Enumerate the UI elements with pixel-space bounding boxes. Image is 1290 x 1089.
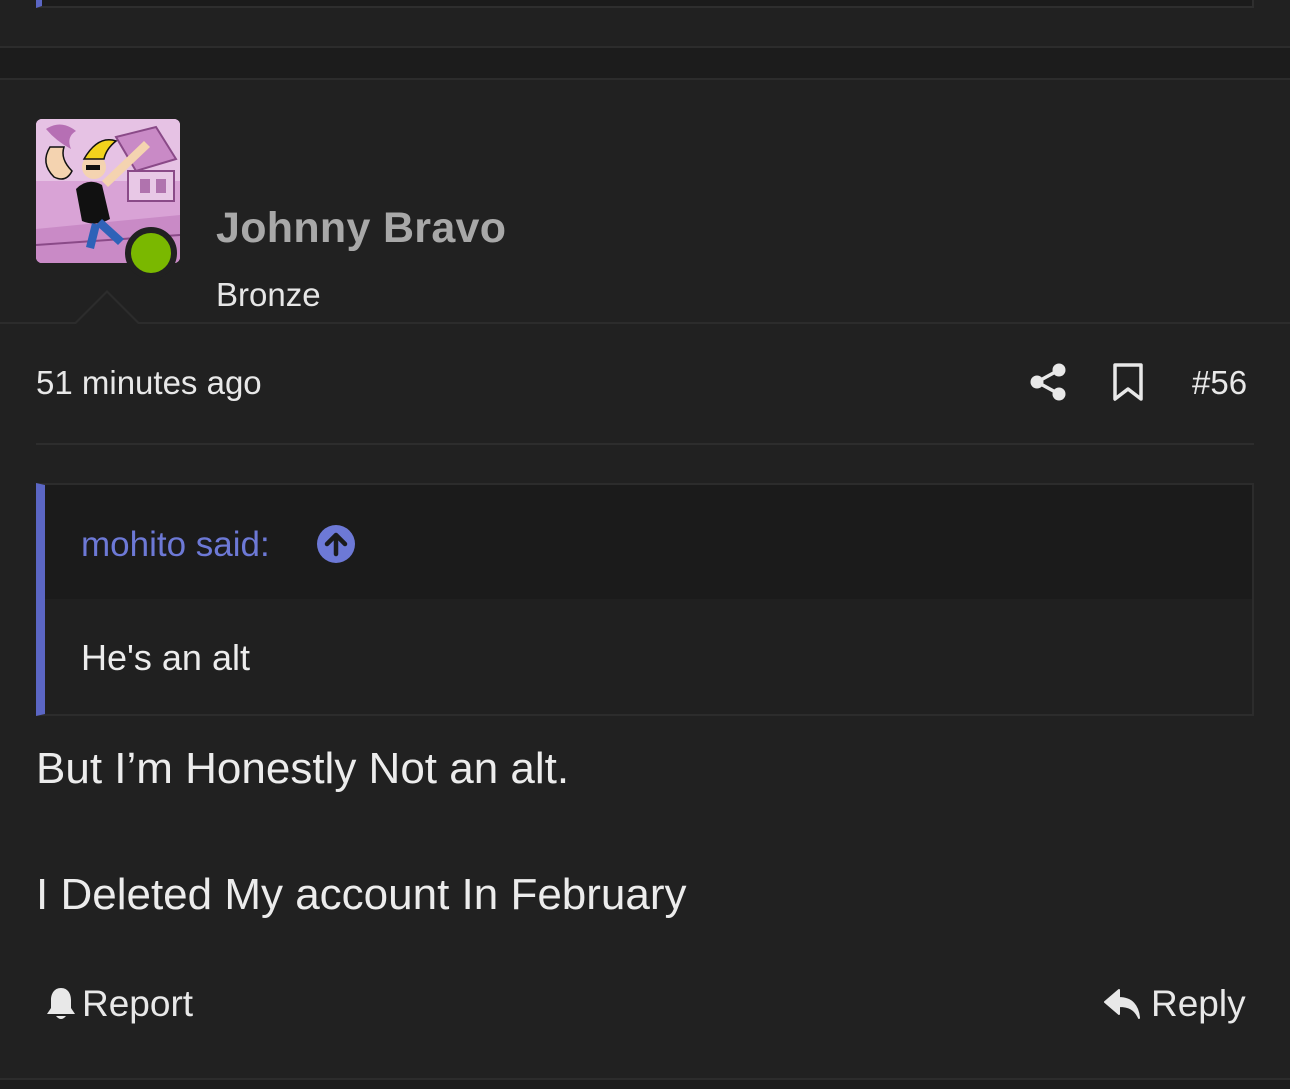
arrow-up-circle-icon[interactable] [316, 524, 356, 564]
report-button[interactable]: Report [44, 982, 193, 1026]
post-body-line: I Deleted My account In February [36, 870, 687, 919]
post-author-name[interactable]: Johnny Bravo [216, 204, 506, 253]
quote-text: He's an alt [81, 637, 250, 678]
previous-post [0, 0, 1290, 48]
reply-icon [1104, 989, 1140, 1019]
bookmark-icon[interactable] [1111, 362, 1145, 402]
post-bottom-divider [0, 1078, 1290, 1089]
online-status-indicator [125, 227, 177, 279]
report-label: Report [82, 983, 194, 1024]
post-body-line: But I’m Honestly Not an alt. [36, 744, 570, 793]
post-user-header: Johnny Bravo Bronze [0, 80, 1290, 325]
post-author-title: Bronze [216, 276, 321, 313]
meta-divider [36, 443, 1254, 445]
avatar-container[interactable] [36, 119, 180, 279]
previous-post-quote-edge [36, 0, 1254, 8]
reply-label: Reply [1151, 983, 1246, 1024]
quote-header: mohito said: [45, 485, 1252, 599]
quote-body: He's an alt [45, 599, 1252, 714]
post-timestamp[interactable]: 51 minutes ago [36, 364, 262, 402]
bell-icon [47, 988, 75, 1019]
quote-block: mohito said: He's an alt [36, 483, 1254, 716]
reply-button[interactable]: Reply [1103, 982, 1246, 1026]
header-pointer-inner [75, 293, 139, 325]
share-icon[interactable] [1028, 362, 1068, 402]
post-number-link[interactable]: #56 [1192, 364, 1247, 402]
quote-author-link[interactable]: mohito said: [81, 525, 270, 565]
